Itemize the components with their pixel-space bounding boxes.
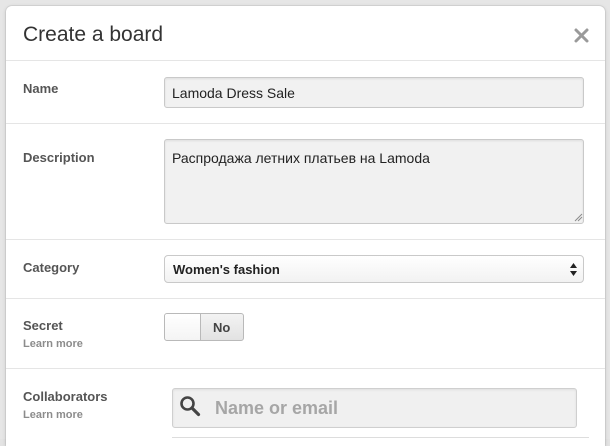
name-row: Name [6, 61, 605, 124]
toggle-knob [165, 314, 201, 340]
category-selected-value: Women's fashion [173, 262, 280, 277]
close-button[interactable] [572, 25, 592, 45]
name-input[interactable] [164, 77, 584, 108]
collaborators-row: Collaborators Learn more [6, 369, 605, 446]
category-label: Category [23, 260, 80, 275]
search-divider [172, 437, 589, 438]
category-select[interactable]: Women's fashion [164, 255, 584, 283]
search-icon [180, 396, 201, 417]
category-row: Category Women's fashion [6, 240, 605, 299]
create-board-dialog: Create a board Name Description Распрода… [6, 6, 605, 446]
select-arrows-icon [570, 263, 577, 276]
collaborators-label: Collaborators [23, 389, 108, 404]
secret-label: Secret [23, 318, 63, 333]
collaborators-learn-more-link[interactable]: Learn more [23, 408, 83, 422]
description-textarea[interactable]: Распродажа летних платьев на Lamoda [164, 139, 584, 224]
description-row: Description Распродажа летних платьев на… [6, 124, 605, 240]
secret-row: Secret Learn more No [6, 299, 605, 369]
description-label: Description [23, 150, 95, 165]
dialog-title: Create a board [23, 23, 164, 46]
collaborator-search-box [172, 388, 577, 428]
secret-toggle[interactable]: No [164, 313, 244, 341]
resize-grip-icon[interactable] [574, 213, 583, 222]
name-label: Name [23, 81, 59, 96]
toggle-state-text: No [213, 320, 231, 335]
dialog-header: Create a board [6, 6, 605, 61]
close-icon [574, 28, 589, 43]
secret-learn-more-link[interactable]: Learn more [23, 337, 83, 351]
collaborator-search-input[interactable] [215, 389, 570, 427]
